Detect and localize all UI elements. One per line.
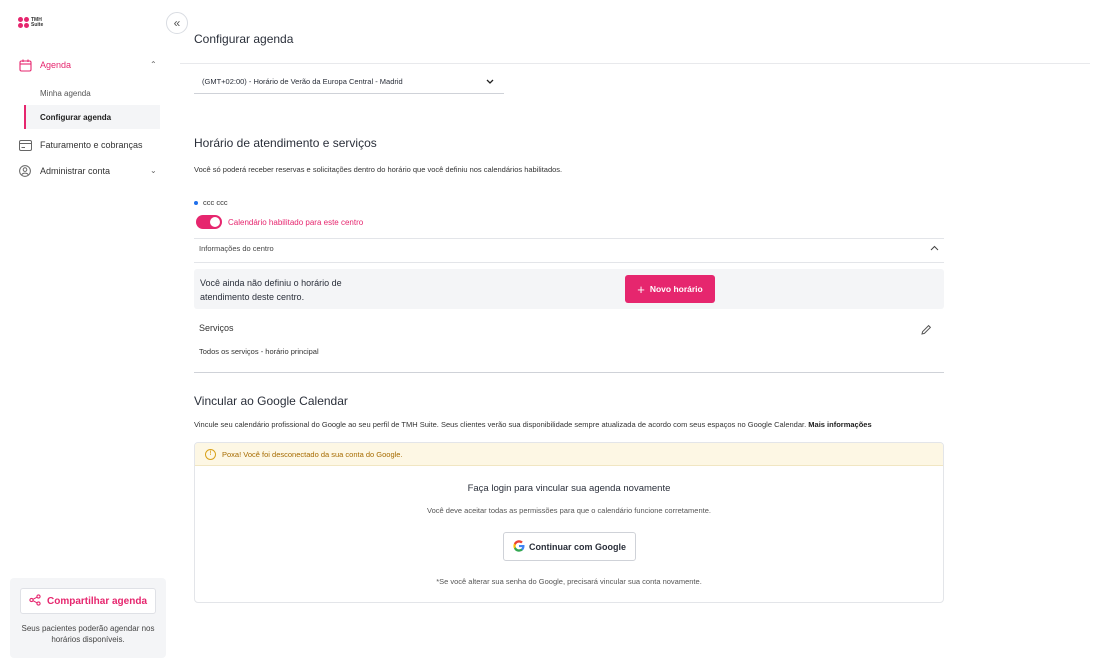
card-icon (18, 138, 32, 152)
sidebar-subitem-label: Configurar agenda (40, 112, 112, 122)
sidebar-item-label: Administrar conta (40, 166, 111, 176)
calendar-enabled-label: Calendário habilitado para este centro (228, 217, 364, 227)
tmh-logo[interactable]: TMH Suite (18, 17, 43, 28)
new-schedule-button[interactable]: + Novo horário (625, 275, 715, 303)
timezone-value: (GMT+02:00) - Horário de Verão da Europa… (202, 77, 403, 86)
google-icon (513, 539, 525, 554)
sidebar-subitem-minha-agenda[interactable]: Minha agenda (24, 81, 160, 105)
chevron-down-icon[interactable]: ⌄ (150, 166, 157, 175)
sidebar-item-administrar-conta[interactable]: Administrar conta (18, 164, 110, 178)
edit-pencil-icon[interactable] (920, 323, 932, 341)
double-chevron-left-icon: « (173, 16, 181, 30)
logo-mark-icon (18, 17, 29, 28)
google-section-title: Vincular ao Google Calendar (194, 394, 348, 408)
google-button-label: Continuar com Google (528, 541, 626, 552)
calendar-icon (18, 58, 32, 72)
sidebar-item-faturamento[interactable]: Faturamento e cobranças (18, 138, 143, 152)
chevron-up-icon[interactable]: ⌃ (150, 60, 157, 69)
share-button-label: Compartilhar agenda (46, 595, 148, 607)
sidebar-item-agenda[interactable]: Agenda (18, 58, 71, 72)
google-link-box: ! Poxa! Você foi desconectado da sua con… (194, 442, 944, 603)
google-password-note: *Se você alterar sua senha do Google, pr… (436, 577, 702, 586)
divider (194, 238, 944, 239)
more-info-link[interactable]: Mais informações (808, 420, 871, 429)
services-description: Todos os serviços - horário principal (199, 347, 319, 356)
chevron-up-icon (930, 244, 939, 253)
collapse-sidebar-button[interactable]: « (166, 12, 188, 34)
login-title: Faça login para vincular sua agenda nova… (467, 483, 671, 494)
plus-icon: + (637, 281, 645, 297)
divider (194, 372, 944, 373)
chevron-down-icon (486, 77, 494, 86)
warning-text: Poxa! Você foi desconectado da sua conta… (222, 449, 403, 459)
share-panel: Compartilhar agenda Seus pacientes poder… (10, 578, 166, 658)
hours-section-title: Horário de atendimento e serviços (194, 136, 377, 150)
sidebar-subitem-label: Minha agenda (40, 88, 91, 98)
status-dot-icon (194, 201, 198, 206)
new-schedule-label: Novo horário (649, 284, 703, 294)
sidebar: TMH Suite Agenda ⌃ Minha agenda Configur… (0, 0, 166, 661)
hours-description: Você só poderá receber reservas e solici… (194, 165, 563, 174)
calendar-enabled-row: Calendário habilitado para este centro (196, 215, 363, 229)
no-schedule-box: Você ainda não definiu o horário de aten… (194, 269, 944, 309)
google-description-text: Vincule seu calendário profissional do G… (194, 420, 807, 429)
divider (194, 262, 944, 263)
timezone-select[interactable]: (GMT+02:00) - Horário de Verão da Europa… (194, 70, 504, 94)
sidebar-item-label: Agenda (40, 60, 72, 70)
no-schedule-text: Você ainda não definiu o horário de aten… (200, 278, 342, 302)
share-note: Seus pacientes poderão agendar nos horár… (21, 624, 155, 644)
center-info-header[interactable]: Informações do centro (199, 244, 939, 253)
warning-icon: ! (205, 448, 216, 460)
login-subtitle: Você deve aceitar todas as permissões pa… (427, 506, 711, 515)
calendar-enabled-toggle[interactable] (196, 215, 222, 229)
continue-with-google-button[interactable]: Continuar com Google (503, 532, 636, 561)
center-name: ccc ccc (194, 198, 228, 207)
center-name-text: ccc ccc (203, 198, 228, 207)
services-title: Serviços (199, 323, 234, 333)
sidebar-subitem-configurar-agenda[interactable]: Configurar agenda (24, 105, 160, 129)
google-description: Vincule seu calendário profissional do G… (194, 420, 872, 429)
page-title: Configurar agenda (194, 32, 294, 46)
share-agenda-button[interactable]: Compartilhar agenda (20, 588, 156, 614)
logo-line2: Suite (31, 21, 44, 28)
user-circle-icon (18, 164, 32, 178)
disconnected-warning: ! Poxa! Você foi desconectado da sua con… (195, 443, 943, 466)
header-divider (180, 63, 1090, 64)
sidebar-item-label: Faturamento e cobranças (40, 140, 143, 150)
share-icon (29, 593, 41, 609)
center-info-label: Informações do centro (199, 244, 274, 253)
